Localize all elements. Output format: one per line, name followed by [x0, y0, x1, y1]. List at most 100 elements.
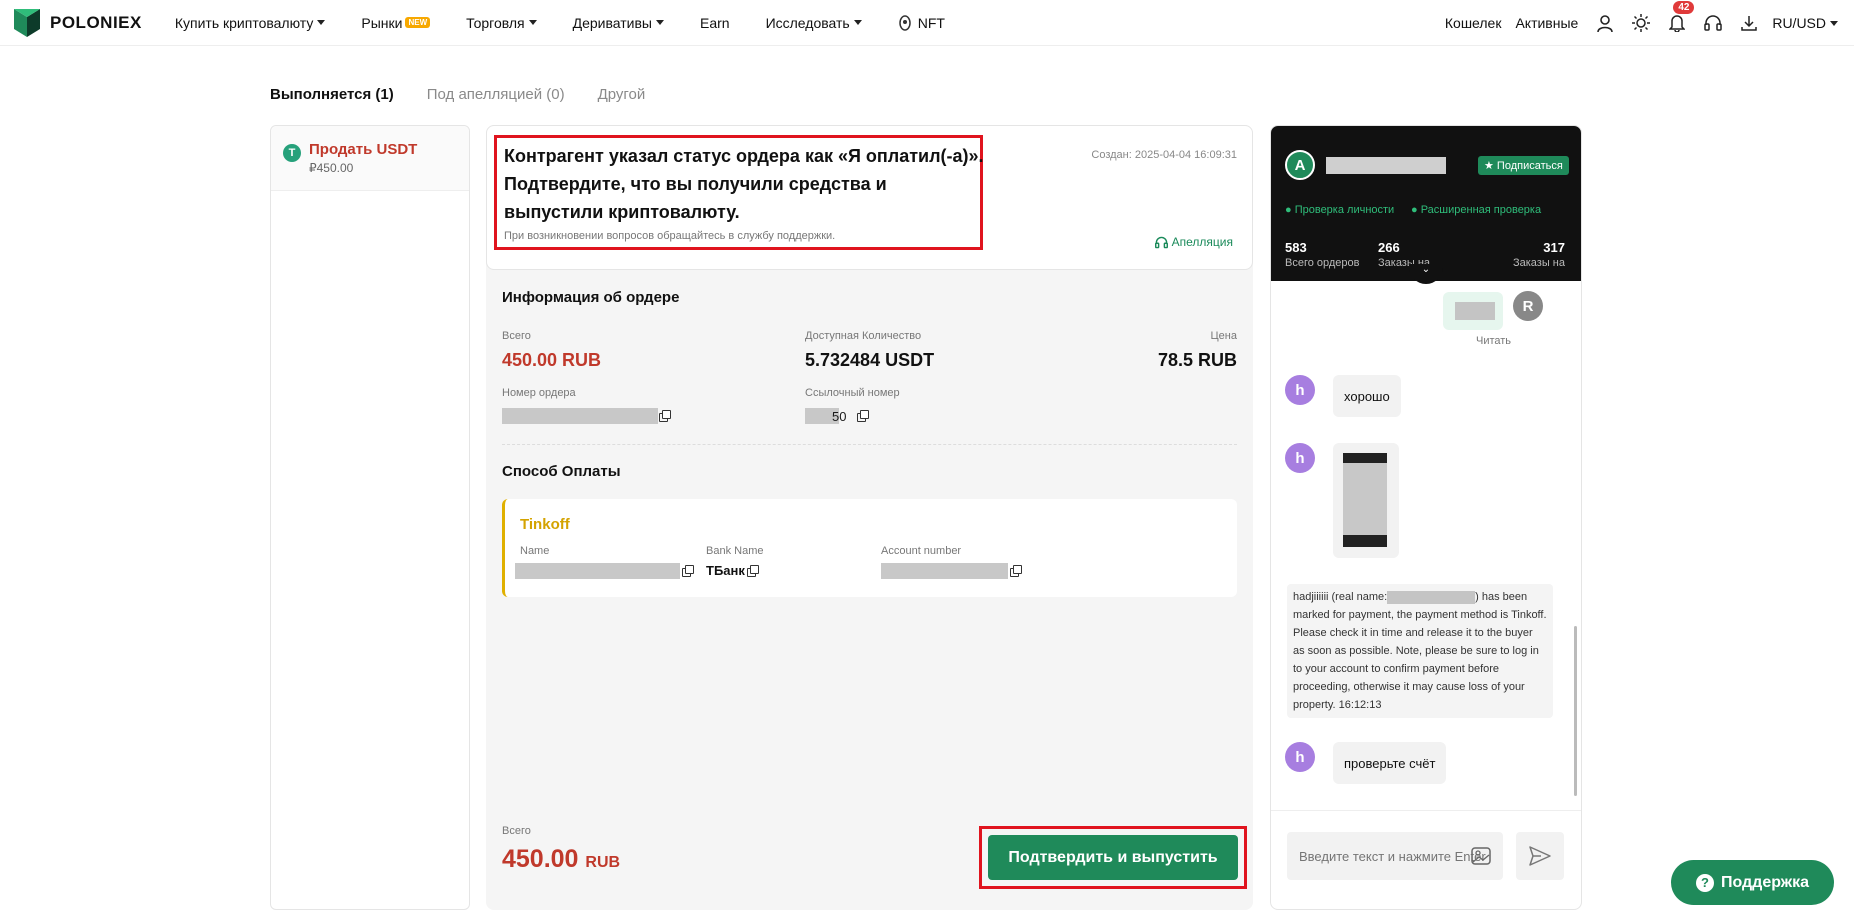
masked-name — [1387, 590, 1476, 604]
image-upload-icon[interactable] — [1471, 846, 1491, 869]
nav-explore[interactable]: Исследовать — [766, 15, 862, 31]
nav-label: Рынки — [361, 14, 403, 31]
order-number-masked — [502, 408, 658, 424]
sun-icon[interactable] — [1632, 14, 1651, 32]
total-amount: 450.00 — [502, 845, 579, 873]
collapse-chevron-icon[interactable]: ⌄ — [1409, 264, 1443, 284]
subscribe-button[interactable]: ★ Подписаться — [1478, 156, 1569, 175]
headset-icon[interactable] — [1704, 14, 1723, 32]
nav-buy-crypto[interactable]: Купить криптовалюту — [175, 15, 326, 31]
counterparty-avatar[interactable]: A — [1285, 150, 1315, 180]
nav-markets[interactable]: Рынки NEW — [361, 14, 431, 31]
tab-in-progress[interactable]: Выполняется (1) — [270, 86, 394, 103]
chevron-down-icon — [655, 20, 664, 25]
masked-message — [1455, 302, 1495, 320]
nav-label: Исследовать — [765, 14, 850, 31]
subscribe-label: Подписаться — [1496, 160, 1563, 172]
account-masked — [881, 563, 1008, 579]
order-info-title: Информация об ордере — [502, 289, 680, 306]
copy-icon[interactable] — [1010, 565, 1022, 577]
copy-icon[interactable] — [659, 410, 671, 422]
order-list-item[interactable]: T Продать USDT ₽450.00 — [271, 126, 469, 191]
system-message-text: hadjiiiiii (real name: — [1293, 591, 1388, 603]
stat-orders-3-label: Заказы на — [1512, 257, 1565, 269]
logo[interactable]: POLONIEX — [14, 8, 142, 37]
nft-icon — [898, 14, 911, 31]
support-button[interactable]: ? Поддержка — [1671, 860, 1834, 905]
chevron-down-icon — [1830, 20, 1838, 26]
total-value: 450.00 RUB — [502, 350, 602, 370]
chat-scrollbar[interactable] — [1574, 626, 1577, 796]
nav-trading[interactable]: Торговля — [466, 15, 537, 31]
nav-wallet[interactable]: Кошелек — [1445, 15, 1502, 31]
image-message[interactable] — [1333, 443, 1399, 558]
chevron-down-icon — [317, 20, 326, 25]
download-icon[interactable] — [1740, 14, 1758, 32]
order-tabs: Выполняется (1) Под апелляцией (0) Друго… — [270, 86, 678, 103]
peer-avatar: h — [1285, 742, 1315, 772]
footer-total-value: 450.00 RUB — [502, 845, 620, 874]
bank-label: Bank Name — [706, 545, 764, 557]
copy-icon[interactable] — [682, 565, 694, 577]
image-thumbnail — [1343, 453, 1387, 547]
tether-icon: T — [283, 144, 301, 162]
peer-message: проверьте счёт — [1333, 742, 1447, 784]
appeal-label: Апелляция — [1171, 235, 1233, 249]
status-box: Контрагент указал статус ордера как «Я о… — [486, 125, 1253, 270]
order-title: Продать USDT — [309, 141, 418, 158]
support-label: Поддержка — [1720, 873, 1810, 891]
peer-avatar: h — [1285, 443, 1315, 473]
chat-input-area — [1271, 810, 1581, 909]
name-masked — [515, 563, 680, 579]
copy-icon[interactable] — [857, 410, 869, 422]
chevron-down-icon — [853, 20, 862, 25]
divider — [502, 444, 1237, 445]
nav-nft[interactable]: NFT — [898, 15, 945, 31]
appeal-link[interactable]: Апелляция — [1154, 235, 1233, 249]
payment-title: Способ Оплаты — [502, 463, 621, 480]
footer-total-label: Всего — [502, 825, 531, 837]
order-detail: Контрагент указал статус ордера как «Я о… — [486, 125, 1253, 910]
logo-text: POLONIEX — [50, 12, 142, 32]
chat-header: A ★ Подписаться ● Проверка личности ● Ра… — [1271, 126, 1581, 284]
send-button[interactable] — [1516, 832, 1564, 880]
stat-orders-2: 266 — [1378, 240, 1400, 255]
status-message: Контрагент указал статус ордера как «Я о… — [504, 146, 984, 222]
created-time: Создан: 2025-04-04 16:09:31 — [1091, 149, 1237, 161]
nav-assets[interactable]: Активные — [1515, 15, 1578, 31]
tab-under-appeal[interactable]: Под апелляцией (0) — [427, 86, 565, 103]
confirm-release-button[interactable]: Подтвердить и выпустить — [988, 835, 1238, 880]
bell-icon[interactable]: 42 — [1668, 1, 1695, 32]
user-icon[interactable] — [1596, 14, 1614, 32]
reference-tail: 50 — [832, 409, 847, 424]
identity-verified: ● Проверка личности — [1285, 204, 1395, 216]
top-nav: POLONIEX Купить криптовалюту Рынки NEW То… — [0, 0, 1854, 46]
verif-label: Расширенная проверка — [1420, 204, 1542, 216]
counterparty-name-masked — [1326, 157, 1446, 174]
payment-card: Tinkoff Name Bank Name ТБанк Account num… — [502, 499, 1237, 597]
chat-panel: A ★ Подписаться ● Проверка личности ● Ра… — [1270, 125, 1582, 910]
peer-message: хорошо — [1333, 375, 1401, 417]
copy-icon[interactable] — [747, 565, 759, 577]
send-icon — [1529, 846, 1551, 866]
order-number-label: Номер ордера — [502, 387, 576, 399]
currency-label: RU/USD — [1772, 15, 1826, 31]
peer-avatar: h — [1285, 375, 1315, 405]
order-list: T Продать USDT ₽450.00 — [270, 125, 470, 910]
nav-label: Купить криптовалюту — [174, 14, 314, 31]
account-label: Account number — [881, 545, 962, 557]
price-value: 78.5 RUB — [1157, 350, 1237, 370]
nav-earn[interactable]: Earn — [700, 15, 730, 31]
chevron-down-icon — [528, 20, 537, 25]
stat-total-orders: 583 — [1285, 240, 1307, 255]
my-avatar: R — [1513, 291, 1543, 321]
quantity-value: 5.732484 USDT — [805, 350, 935, 370]
status-hint: При возникновении вопросов обращайтесь в… — [504, 230, 836, 242]
nav-derivatives[interactable]: Деривативы — [573, 15, 664, 31]
tab-other[interactable]: Другой — [598, 86, 646, 103]
currency-selector[interactable]: RU/USD — [1772, 15, 1838, 31]
system-message: hadjiiiiii (real name:) has been marked … — [1287, 584, 1553, 718]
bank-value: ТБанк — [706, 563, 745, 578]
reference-label: Ссылочный номер — [805, 387, 900, 399]
quantity-label: Доступная Количество — [805, 330, 922, 342]
